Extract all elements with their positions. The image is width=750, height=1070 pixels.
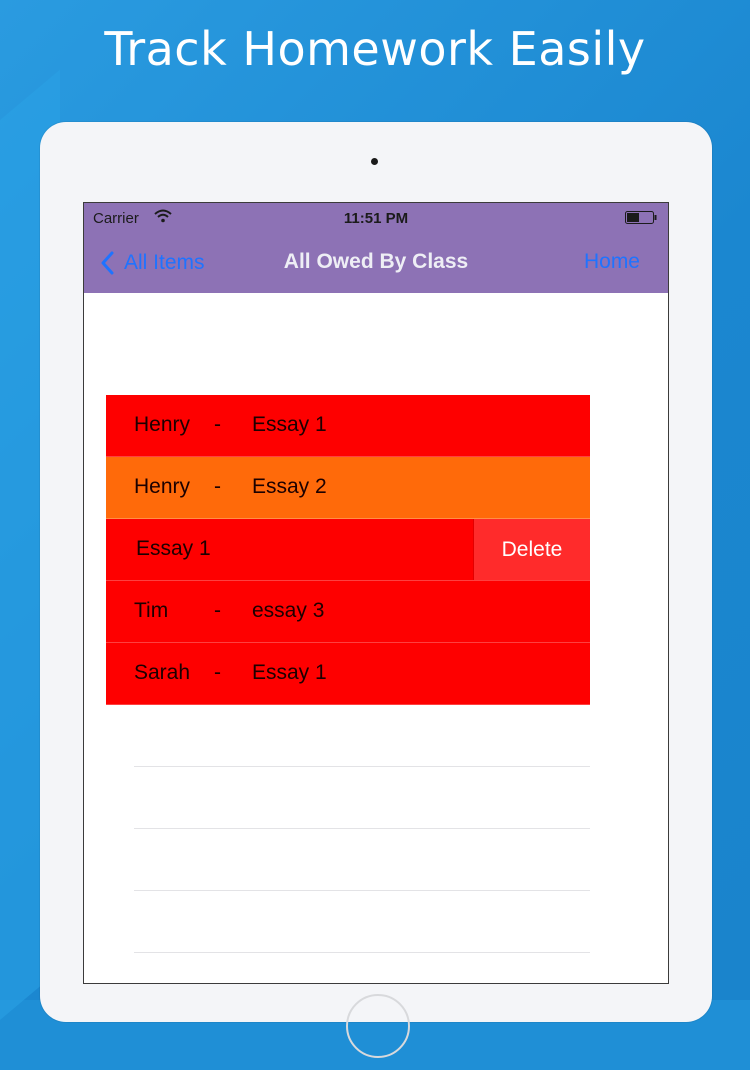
empty-row [134,705,590,767]
assignment-name: Essay 1 [252,413,327,436]
battery-icon [625,211,657,224]
assignment-name: Essay 1 [136,537,211,560]
list-item[interactable]: Sarah - Essay 1 [106,643,590,705]
home-button[interactable]: Home [584,250,640,274]
separator: - [214,661,221,684]
status-time: 11:51 PM [343,210,409,227]
list-item[interactable]: Tim - essay 3 [106,581,590,643]
student-name: Tim [134,599,169,622]
empty-row [134,891,590,953]
separator: - [214,413,221,436]
list-item[interactable]: Henry - Essay 2 [106,457,590,519]
student-name: Henry [134,475,191,498]
home-hardware-button [346,994,410,1058]
separator: - [214,599,221,622]
assignment-name: Essay 1 [252,661,327,684]
list-item-swiped[interactable]: Essay 1 Delete [106,519,590,581]
navigation-bar: Carrier 11:51 PM All Items All Owed By C… [84,203,668,293]
empty-row [134,767,590,829]
student-name: Sarah [134,661,191,684]
promo-headline: Track Homework Easily [104,22,646,76]
assignment-name: essay 3 [252,599,325,622]
empty-table-rows [134,705,590,953]
separator: - [214,475,221,498]
list-item[interactable]: Henry - Essay 1 [106,395,590,457]
page-title: All Owed By Class [283,250,469,273]
owed-items-list: Henry - Essay 1 Henry - Essay 2 Essay 1 … [106,395,590,705]
delete-button[interactable]: Delete [473,519,590,580]
assignment-name: Essay 2 [252,475,327,498]
app-screen: Carrier 11:51 PM All Items All Owed By C… [83,202,669,984]
student-name: Henry [134,413,191,436]
empty-row [134,829,590,891]
camera-dot [371,158,378,165]
status-bar: Carrier 11:51 PM [84,203,668,233]
